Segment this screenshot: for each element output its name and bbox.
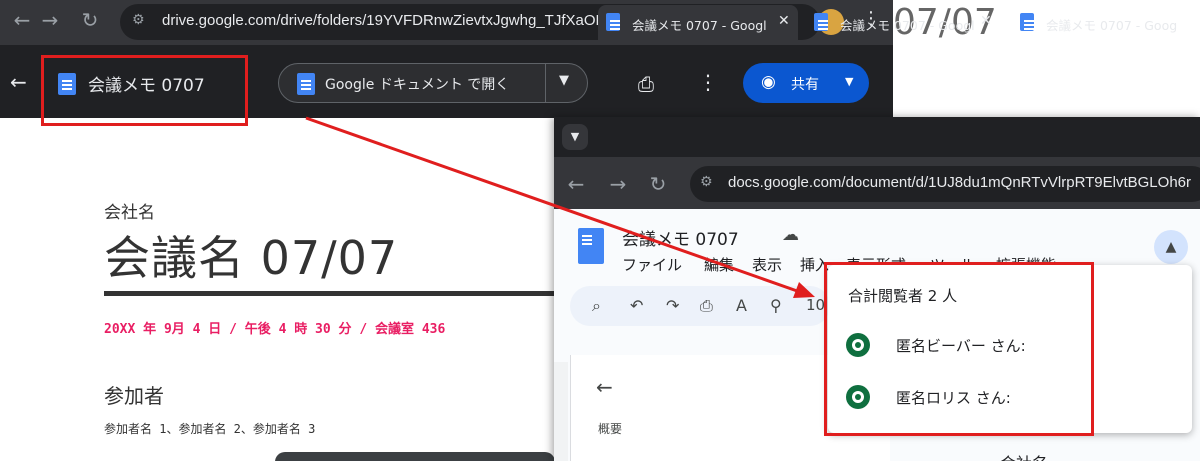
annotation-arrow bbox=[305, 116, 815, 298]
